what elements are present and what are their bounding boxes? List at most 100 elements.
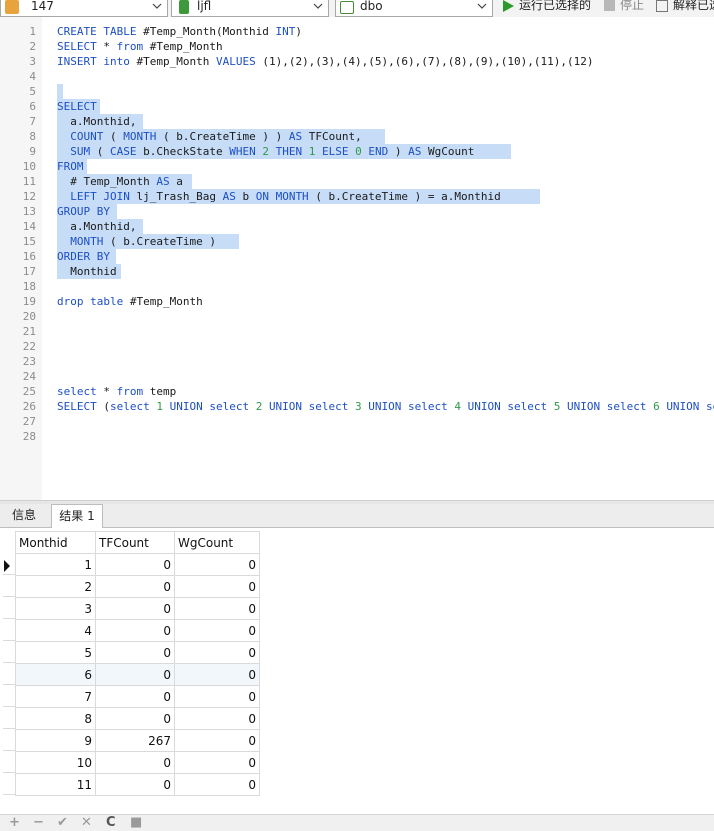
table-cell[interactable]: 0 xyxy=(95,575,175,598)
table-cell[interactable]: 0 xyxy=(95,773,175,796)
code-line[interactable]: a.Monthid, xyxy=(57,219,136,234)
table-cell[interactable]: 0 xyxy=(95,553,175,576)
row-header-cell[interactable] xyxy=(3,663,15,685)
row-header-cell[interactable] xyxy=(3,773,15,795)
connection-select[interactable]: 147 xyxy=(0,0,168,17)
table-row[interactable]: 200 xyxy=(15,575,260,598)
table-row[interactable]: 10 0 0 xyxy=(15,751,260,774)
result-grid[interactable]: Monthid TFCount WgCount 100200300400500600… xyxy=(0,528,714,814)
sql-text: ( xyxy=(103,400,110,413)
table-cell[interactable]: 1 xyxy=(15,553,96,576)
table-cell[interactable]: 10 xyxy=(15,751,96,774)
table-cell[interactable]: 8 xyxy=(15,707,96,730)
table-cell[interactable]: 0 xyxy=(95,663,175,686)
code-line[interactable]: Monthid xyxy=(57,264,116,279)
row-header-cell[interactable] xyxy=(3,597,15,619)
sql-keyword: COUNT xyxy=(70,130,110,143)
column-header-wgcount[interactable]: WgCount xyxy=(174,531,260,554)
add-record-icon[interactable]: + xyxy=(9,816,20,830)
table-cell[interactable]: 0 xyxy=(95,751,175,774)
table-cell[interactable]: 0 xyxy=(174,619,260,642)
code-line[interactable]: a.Monthid, xyxy=(57,114,136,129)
table-cell[interactable]: 11 xyxy=(15,773,96,796)
row-header-cell[interactable] xyxy=(3,575,15,597)
table-cell[interactable]: 0 xyxy=(95,619,175,642)
sql-number: 6 xyxy=(653,400,667,413)
table-cell[interactable]: 0 xyxy=(95,685,175,708)
row-header-cell[interactable] xyxy=(3,707,15,729)
table-row[interactable]: 800 xyxy=(15,707,260,730)
code-line[interactable]: CREATE TABLE #Temp_Month(Monthid INT) xyxy=(57,24,302,39)
sql-text: ) xyxy=(295,25,303,38)
schema-select[interactable]: dbo xyxy=(335,0,493,17)
table-row[interactable]: 700 xyxy=(15,685,260,708)
code-line[interactable]: FROM xyxy=(57,159,84,174)
database-select[interactable]: ljfl xyxy=(171,0,329,17)
code-line[interactable]: SELECT * from #Temp_Month xyxy=(57,39,223,54)
table-cell[interactable]: 0 xyxy=(95,597,175,620)
tab-result-1[interactable]: 结果 1 xyxy=(51,504,103,528)
table-row[interactable]: 600 xyxy=(15,663,260,686)
row-header-cell[interactable] xyxy=(3,619,15,641)
table-cell[interactable]: 0 xyxy=(174,685,260,708)
sql-editor[interactable]: 1 2 3 4 5 6 7 8 9 10 11 12 13 14 15 16 17 18 19 20 21 22 23 24 2… xyxy=(0,17,714,500)
table-cell[interactable]: 4 xyxy=(15,619,96,642)
table-row[interactable]: 9 267 0 xyxy=(15,729,260,752)
table-cell[interactable]: 0 xyxy=(174,729,260,752)
code-line[interactable]: LEFT JOIN lj_Trash_Bag AS b ON MONTH ( b… xyxy=(57,189,501,204)
code-line[interactable]: SELECT xyxy=(57,99,97,114)
table-cell[interactable]: 0 xyxy=(95,641,175,664)
table-row[interactable]: 300 xyxy=(15,597,260,620)
stop-query-icon[interactable]: ■ xyxy=(130,816,142,830)
table-cell[interactable]: 0 xyxy=(174,597,260,620)
table-cell[interactable]: 267 xyxy=(95,729,175,752)
row-header-cell[interactable] xyxy=(3,729,15,751)
explain-button[interactable]: 解释已选 xyxy=(656,0,714,16)
code-line[interactable]: SUM ( CASE b.CheckState WHEN 2 THEN 1 EL… xyxy=(57,144,474,159)
code-line[interactable]: drop table #Temp_Month xyxy=(57,294,203,309)
row-header-cell[interactable] xyxy=(3,641,15,663)
sql-keyword: ON MONTH xyxy=(255,190,316,203)
table-cell[interactable]: 2 xyxy=(15,575,96,598)
column-header-tfcount[interactable]: TFCount xyxy=(95,531,175,554)
table-cell[interactable]: 0 xyxy=(174,707,260,730)
apply-changes-icon[interactable]: ✔ xyxy=(57,816,68,830)
row-header-cell[interactable] xyxy=(3,685,15,707)
table-cell[interactable]: 0 xyxy=(174,663,260,686)
code-line[interactable]: ORDER BY xyxy=(57,249,110,264)
table-row[interactable]: 11 0 0 xyxy=(15,773,260,796)
code-line[interactable]: GROUP BY xyxy=(57,204,110,219)
line-number: 6 xyxy=(29,100,36,113)
sql-number: 3 xyxy=(355,400,369,413)
table-cell[interactable]: 6 xyxy=(15,663,96,686)
table-cell[interactable]: 0 xyxy=(95,707,175,730)
code-line[interactable]: COUNT ( MONTH ( b.CreateTime ) ) AS TFCo… xyxy=(57,129,361,144)
table-cell[interactable]: 3 xyxy=(15,597,96,620)
table-cell[interactable]: 7 xyxy=(15,685,96,708)
discard-changes-icon[interactable]: ✕ xyxy=(81,816,92,830)
code-line[interactable]: # Temp_Month AS a xyxy=(57,174,183,189)
refresh-icon[interactable]: C xyxy=(106,816,116,830)
code-line[interactable]: SELECT (select 1 UNION select 2 UNION se… xyxy=(57,399,714,414)
row-header-cell[interactable] xyxy=(3,751,15,773)
table-cell[interactable]: 9 xyxy=(15,729,96,752)
run-selected-button[interactable]: 运行已选择的 xyxy=(503,0,591,16)
table-cell[interactable]: 0 xyxy=(174,751,260,774)
table-cell[interactable]: 0 xyxy=(174,575,260,598)
table-row[interactable]: 100 xyxy=(15,553,260,576)
table-cell[interactable]: 5 xyxy=(15,641,96,664)
delete-record-icon[interactable]: − xyxy=(33,816,44,830)
column-header-monthid[interactable]: Monthid xyxy=(15,531,96,554)
table-row[interactable]: 500 xyxy=(15,641,260,664)
table-cell[interactable]: 0 xyxy=(174,553,260,576)
table-cell[interactable]: 0 xyxy=(174,641,260,664)
stop-button[interactable]: 停止 xyxy=(604,0,644,16)
line-number: 25 xyxy=(22,385,36,398)
code-line[interactable]: INSERT into #Temp_Month VALUES (1),(2),(… xyxy=(57,54,593,69)
code-line[interactable]: MONTH ( b.CreateTime ) xyxy=(57,234,216,249)
table-cell[interactable]: 0 xyxy=(174,773,260,796)
tab-info[interactable]: 信息 xyxy=(5,504,43,526)
code-line[interactable]: select * from temp xyxy=(57,384,176,399)
table-row[interactable]: 400 xyxy=(15,619,260,642)
